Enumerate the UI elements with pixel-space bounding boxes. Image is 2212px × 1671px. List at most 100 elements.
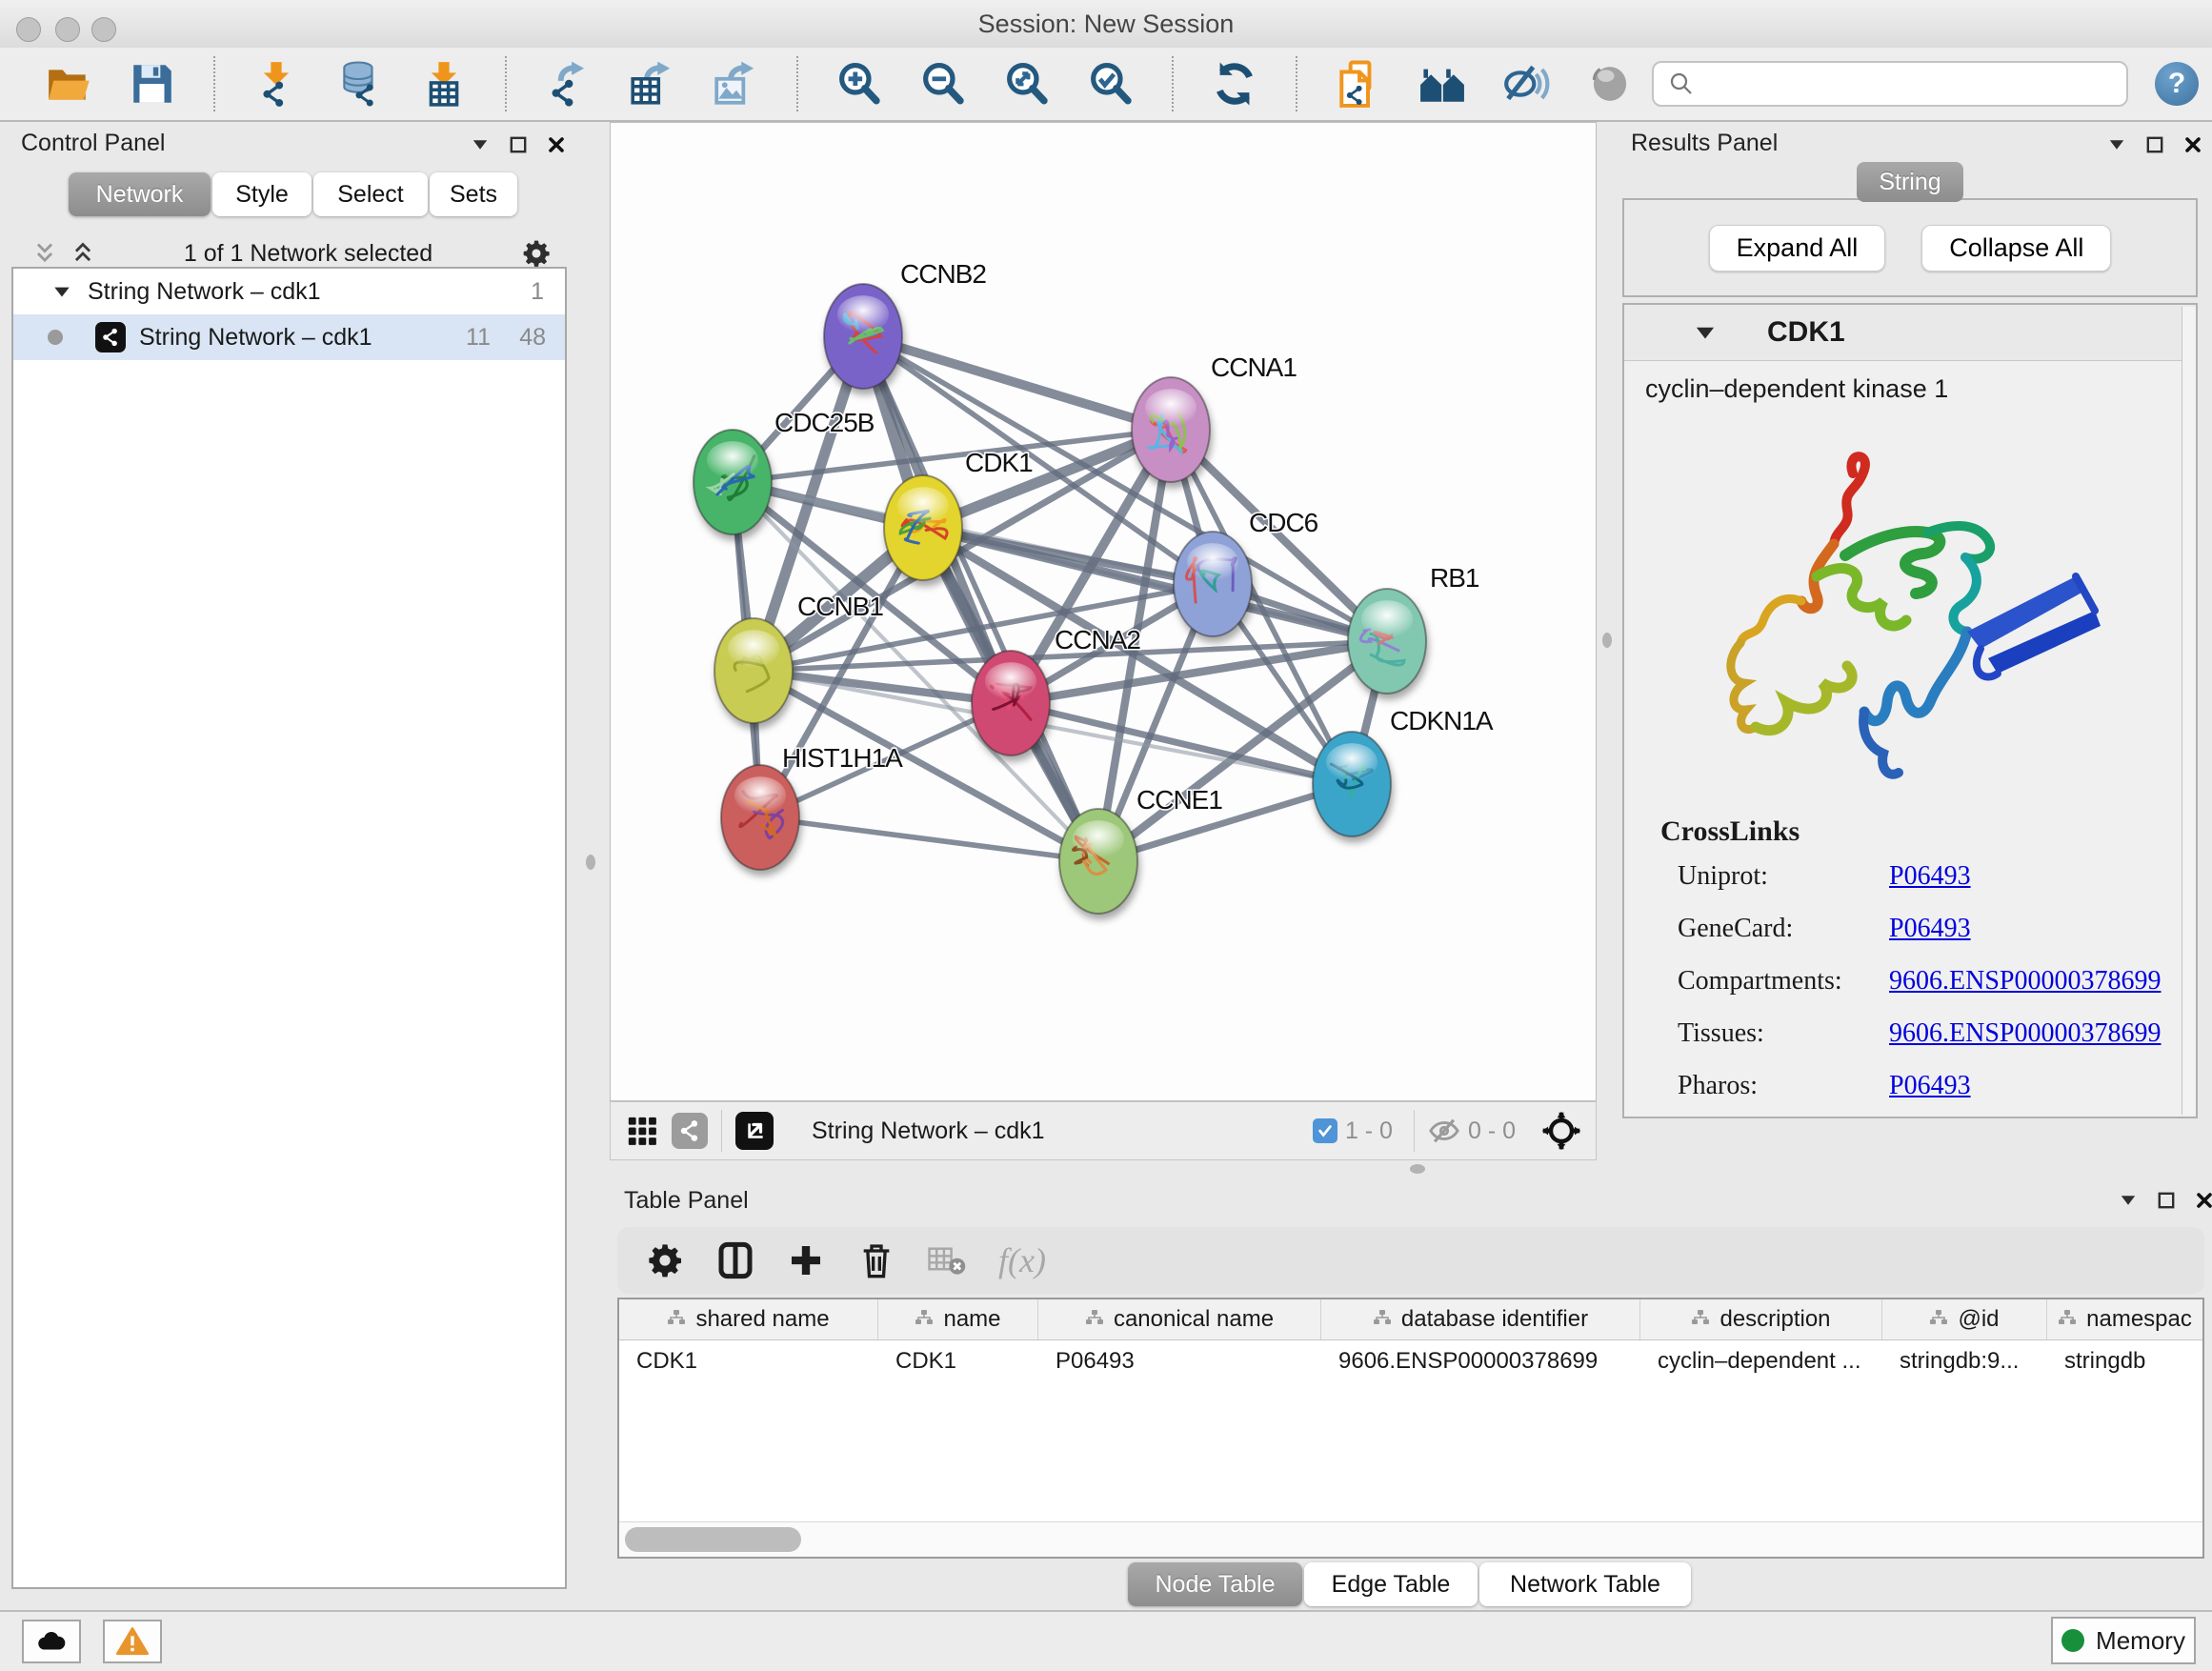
control-panel-float-icon[interactable] (507, 133, 530, 156)
collapse-all-button[interactable]: Collapse All (1921, 225, 2111, 272)
table-panel-float-icon[interactable] (2155, 1189, 2178, 1212)
table-cell[interactable]: cyclin–dependent ... (1640, 1340, 1882, 1382)
column-header-shared-name[interactable]: shared name (619, 1299, 878, 1339)
tree-expand-icon[interactable] (51, 281, 72, 302)
crosslink-link[interactable]: P06493 (1889, 914, 1971, 944)
node-CCNA1[interactable] (1132, 377, 1210, 482)
table-hscrollbar[interactable] (619, 1521, 2202, 1557)
delete-column-icon[interactable] (857, 1241, 895, 1279)
table-cell[interactable]: CDK1 (878, 1340, 1038, 1382)
tab-network[interactable]: Network (69, 172, 211, 216)
control-panel-close-icon[interactable] (545, 133, 568, 156)
save-session-icon[interactable] (128, 59, 177, 109)
search-box[interactable] (1652, 61, 2128, 107)
warning-button[interactable] (103, 1620, 162, 1663)
network-canvas[interactable]: CCNB2CCNA1CDC25BCDK1CDC6RB1CCNB1CCNA2CDK… (610, 122, 1597, 1101)
tab-select[interactable]: Select (313, 172, 428, 216)
table-cell[interactable]: P06493 (1038, 1340, 1321, 1382)
tab-sets[interactable]: Sets (430, 172, 517, 216)
node-CDC25B[interactable] (694, 430, 772, 534)
edge-CCNB2-CCNE1[interactable] (863, 336, 1098, 861)
tab-style[interactable]: Style (212, 172, 312, 216)
table-hscrollbar-thumb[interactable] (625, 1527, 801, 1552)
crosslink-link[interactable]: P06493 (1889, 861, 1971, 892)
column-header-canonical-name[interactable]: canonical name (1038, 1299, 1321, 1339)
tab-network-table[interactable]: Network Table (1479, 1562, 1691, 1606)
node-CCNB2[interactable] (824, 284, 902, 389)
copy-network-icon[interactable] (1334, 59, 1383, 109)
table-panel-close-icon[interactable] (2193, 1189, 2212, 1212)
zoom-fit-icon[interactable] (1002, 59, 1052, 109)
network-collection-row[interactable]: String Network – cdk1 1 (13, 269, 565, 314)
results-panel-menu-icon[interactable] (2105, 133, 2128, 156)
presentation-eye-icon[interactable] (1585, 59, 1635, 109)
results-panel-close-icon[interactable] (2182, 133, 2204, 156)
import-table-icon[interactable] (419, 59, 469, 109)
bottom-splitter-handle[interactable] (1410, 1164, 1425, 1174)
results-scrollbar[interactable] (2182, 307, 2196, 1115)
crosslink-link[interactable]: 9606.ENSP00000378699 (1889, 1018, 2161, 1049)
selected-nodes-checkbox[interactable] (1313, 1118, 1337, 1143)
right-splitter-handle[interactable] (1602, 633, 1612, 648)
zoom-selected-icon[interactable] (1086, 59, 1136, 109)
birds-eye-view-icon[interactable] (1540, 1110, 1582, 1152)
import-database-icon[interactable] (335, 59, 385, 109)
control-panel-menu-icon[interactable] (469, 133, 492, 156)
add-column-icon[interactable] (787, 1241, 825, 1279)
cloud-button[interactable] (22, 1620, 81, 1663)
column-header-database-identifier[interactable]: database identifier (1321, 1299, 1640, 1339)
expand-all-button[interactable]: Expand All (1709, 225, 1886, 272)
column-header--id[interactable]: @id (1882, 1299, 2047, 1339)
table-options-gear-icon[interactable] (646, 1241, 684, 1279)
column-header-namespac[interactable]: namespac (2047, 1299, 2202, 1339)
node-CDC6[interactable] (1174, 532, 1252, 636)
string-style-icon[interactable] (1501, 59, 1551, 109)
export-network-icon[interactable] (543, 59, 593, 109)
edge-CCNB2-CCNA1[interactable] (863, 336, 1171, 430)
table-cell[interactable]: stringdb (2047, 1340, 2202, 1382)
refresh-icon[interactable] (1210, 59, 1259, 109)
table-row[interactable]: CDK1CDK1P064939606.ENSP00000378699cyclin… (619, 1340, 2202, 1382)
network-options-gear-icon[interactable] (521, 238, 552, 269)
column-header-description[interactable]: description (1640, 1299, 1882, 1339)
tab-string[interactable]: String (1857, 162, 1963, 202)
tab-node-table[interactable]: Node Table (1128, 1562, 1302, 1606)
detach-view-icon[interactable] (735, 1112, 774, 1150)
table-cell[interactable]: stringdb:9... (1882, 1340, 2047, 1382)
column-header-name[interactable]: name (878, 1299, 1038, 1339)
network-style-icon[interactable] (672, 1113, 708, 1149)
edge-HIST1H1A-CCNE1[interactable] (760, 817, 1098, 861)
crosslink-link[interactable]: P06493 (1889, 1071, 1971, 1101)
section-collapse-icon[interactable] (1693, 320, 1718, 345)
node-HIST1H1A[interactable] (721, 765, 799, 870)
export-table-icon[interactable] (627, 59, 676, 109)
table-panel-menu-icon[interactable] (2117, 1189, 2140, 1212)
grid-view-icon[interactable] (626, 1115, 658, 1147)
memory-button[interactable]: Memory (2051, 1617, 2196, 1664)
edge-CCNA2-CDKN1A[interactable] (1011, 703, 1352, 784)
help-icon[interactable]: ? (2155, 62, 2199, 106)
node-CDK1[interactable] (884, 475, 962, 580)
zoom-out-icon[interactable] (918, 59, 968, 109)
tab-edge-table[interactable]: Edge Table (1304, 1562, 1478, 1606)
open-session-icon[interactable] (44, 59, 93, 109)
results-panel-float-icon[interactable] (2143, 133, 2166, 156)
collapse-all-icon[interactable] (32, 241, 57, 266)
node-CCNB1[interactable] (714, 618, 793, 723)
node-CCNA2[interactable] (972, 651, 1050, 755)
crosslink-link[interactable]: 9606.ENSP00000378699 (1889, 966, 2161, 997)
expand-all-icon[interactable] (70, 241, 95, 266)
show-columns-icon[interactable] (716, 1241, 754, 1279)
node-CDKN1A[interactable] (1313, 732, 1391, 836)
table-cell[interactable]: 9606.ENSP00000378699 (1321, 1340, 1640, 1382)
node-RB1[interactable] (1348, 589, 1426, 694)
ndex-browse-icon[interactable] (1418, 59, 1467, 109)
import-network-icon[interactable] (251, 59, 301, 109)
export-image-icon[interactable] (711, 59, 760, 109)
node-CCNE1[interactable] (1059, 809, 1137, 914)
left-splitter-handle[interactable] (586, 855, 595, 870)
zoom-in-icon[interactable] (835, 59, 884, 109)
network-row[interactable]: String Network – cdk1 11 48 (13, 314, 565, 360)
search-input[interactable] (1705, 64, 2126, 104)
node-section-header[interactable]: CDK1 (1624, 305, 2196, 361)
